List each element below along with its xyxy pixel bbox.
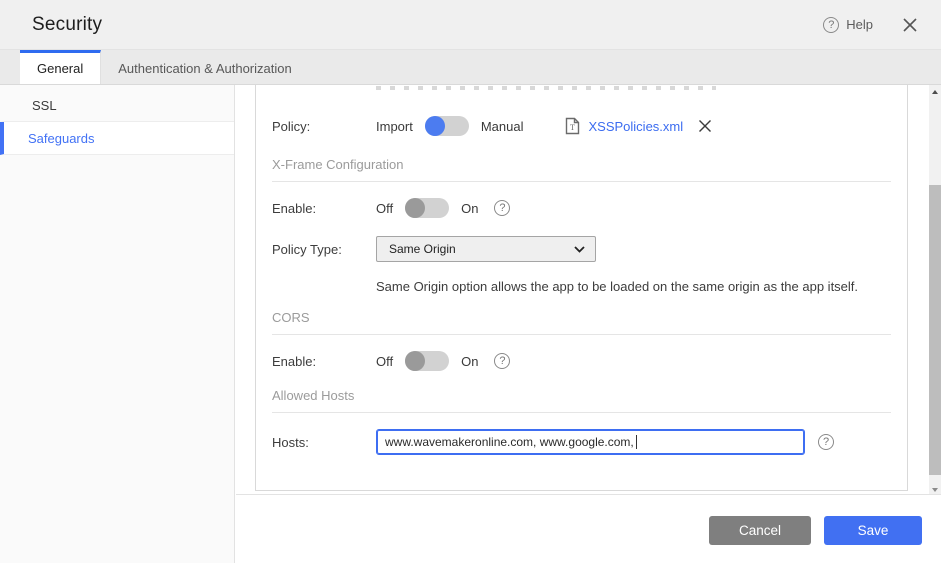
cors-divider [272,334,891,335]
cors-off-label: Off [376,353,394,369]
settings-sidebar: SSL Safeguards [0,85,235,563]
cancel-button[interactable]: Cancel [708,516,811,545]
policy-file-chip: T XSSPolicies.xml [565,117,713,135]
tab-auth-label: Authentication & Authorization [118,61,292,76]
xframe-on-label: On [461,200,479,216]
policy-label: Policy: [272,118,311,134]
dialog-footer: Cancel Save [236,494,941,563]
xframe-divider [272,181,891,182]
help-circle-icon: ? [823,16,840,33]
scrollbar-up-button[interactable] [929,85,941,99]
cors-section-title: CORS [272,310,310,325]
policy-import-label: Import [376,118,413,134]
triangle-down-icon [931,488,938,492]
xframe-enable-row: Enable: Off On ? [272,187,891,229]
xframe-enable-label: Enable: [272,200,317,216]
tab-authentication-authorization[interactable]: Authentication & Authorization [101,50,308,84]
policy-type-select[interactable]: Same Origin [376,236,596,262]
xframe-enable-toggle[interactable] [405,198,450,218]
main-panel: Policy: Import Manual T XSSPolicies.xml … [236,85,941,563]
policy-toggle-group: Import Manual [376,116,523,136]
remove-file-icon[interactable] [697,118,713,134]
tab-general[interactable]: General [20,50,102,84]
cors-enable-toggle-group: Off On ? [376,351,511,371]
toggle-knob [424,116,445,136]
help-button[interactable]: ? Help [823,16,873,33]
form-scroll-area: Policy: Import Manual T XSSPolicies.xml … [236,85,941,497]
policy-row: Policy: Import Manual T XSSPolicies.xml [272,104,891,148]
xframe-enable-toggle-group: Off On ? [376,198,511,218]
xml-file-icon: T [566,117,580,135]
triangle-up-icon [931,90,938,94]
hosts-help-icon[interactable]: ? [818,434,834,450]
vertical-scrollbar[interactable] [929,85,941,497]
policy-type-value: Same Origin [389,242,456,256]
cors-enable-label: Enable: [272,353,317,369]
safeguards-form-card: Policy: Import Manual T XSSPolicies.xml … [255,85,908,491]
cors-enable-toggle[interactable] [405,351,450,371]
sidebar-item-safeguards-label: Safeguards [28,130,95,146]
xframe-enable-help-icon[interactable]: ? [494,200,511,216]
clipped-scrolled-row [376,86,716,90]
policy-type-row: Policy Type: Same Origin [272,229,891,269]
dialog-body: SSL Safeguards Policy: Import Manual T X… [0,85,941,563]
cors-on-label: On [461,353,479,369]
help-label: Help [846,17,873,32]
header-actions: ? Help [823,12,923,38]
scrollbar-thumb[interactable] [929,185,941,475]
dialog-header: Security ? Help [0,0,941,50]
policy-type-label: Policy Type: [272,241,342,257]
cors-enable-help-icon[interactable]: ? [494,353,511,369]
allowed-hosts-section-title: Allowed Hosts [272,388,355,403]
sidebar-item-ssl-label: SSL [32,97,57,113]
hosts-input[interactable]: www.wavemakeronline.com, www.google.com, [376,429,805,455]
policy-file-link[interactable]: XSSPolicies.xml [588,119,683,134]
policy-type-help-text: Same Origin option allows the app to be … [376,279,859,294]
security-dialog: Security ? Help General Authentication &… [0,0,941,563]
policy-manual-label: Manual [480,118,524,134]
hosts-input-value: www.wavemakeronline.com, www.google.com, [385,435,634,449]
sidebar-item-ssl[interactable]: SSL [0,89,234,122]
hosts-label: Hosts: [272,434,309,450]
close-icon[interactable] [897,12,923,38]
policy-import-manual-toggle[interactable] [424,116,469,136]
sidebar-item-safeguards[interactable]: Safeguards [0,122,234,155]
xframe-off-label: Off [376,200,394,216]
tab-general-label: General [37,61,84,76]
toggle-knob [405,198,426,218]
allowed-hosts-divider [272,412,891,413]
toggle-knob [405,351,426,371]
save-button[interactable]: Save [824,516,922,545]
xframe-section-title: X-Frame Configuration [272,157,404,172]
cors-enable-row: Enable: Off On ? [272,340,891,382]
text-caret [635,435,637,449]
chevron-down-icon [574,245,585,253]
page-title: Security [32,13,103,35]
tab-bar: General Authentication & Authorization [0,50,941,85]
hosts-row: Hosts: www.wavemakeronline.com, www.goog… [272,420,891,464]
svg-text:T: T [570,123,575,132]
